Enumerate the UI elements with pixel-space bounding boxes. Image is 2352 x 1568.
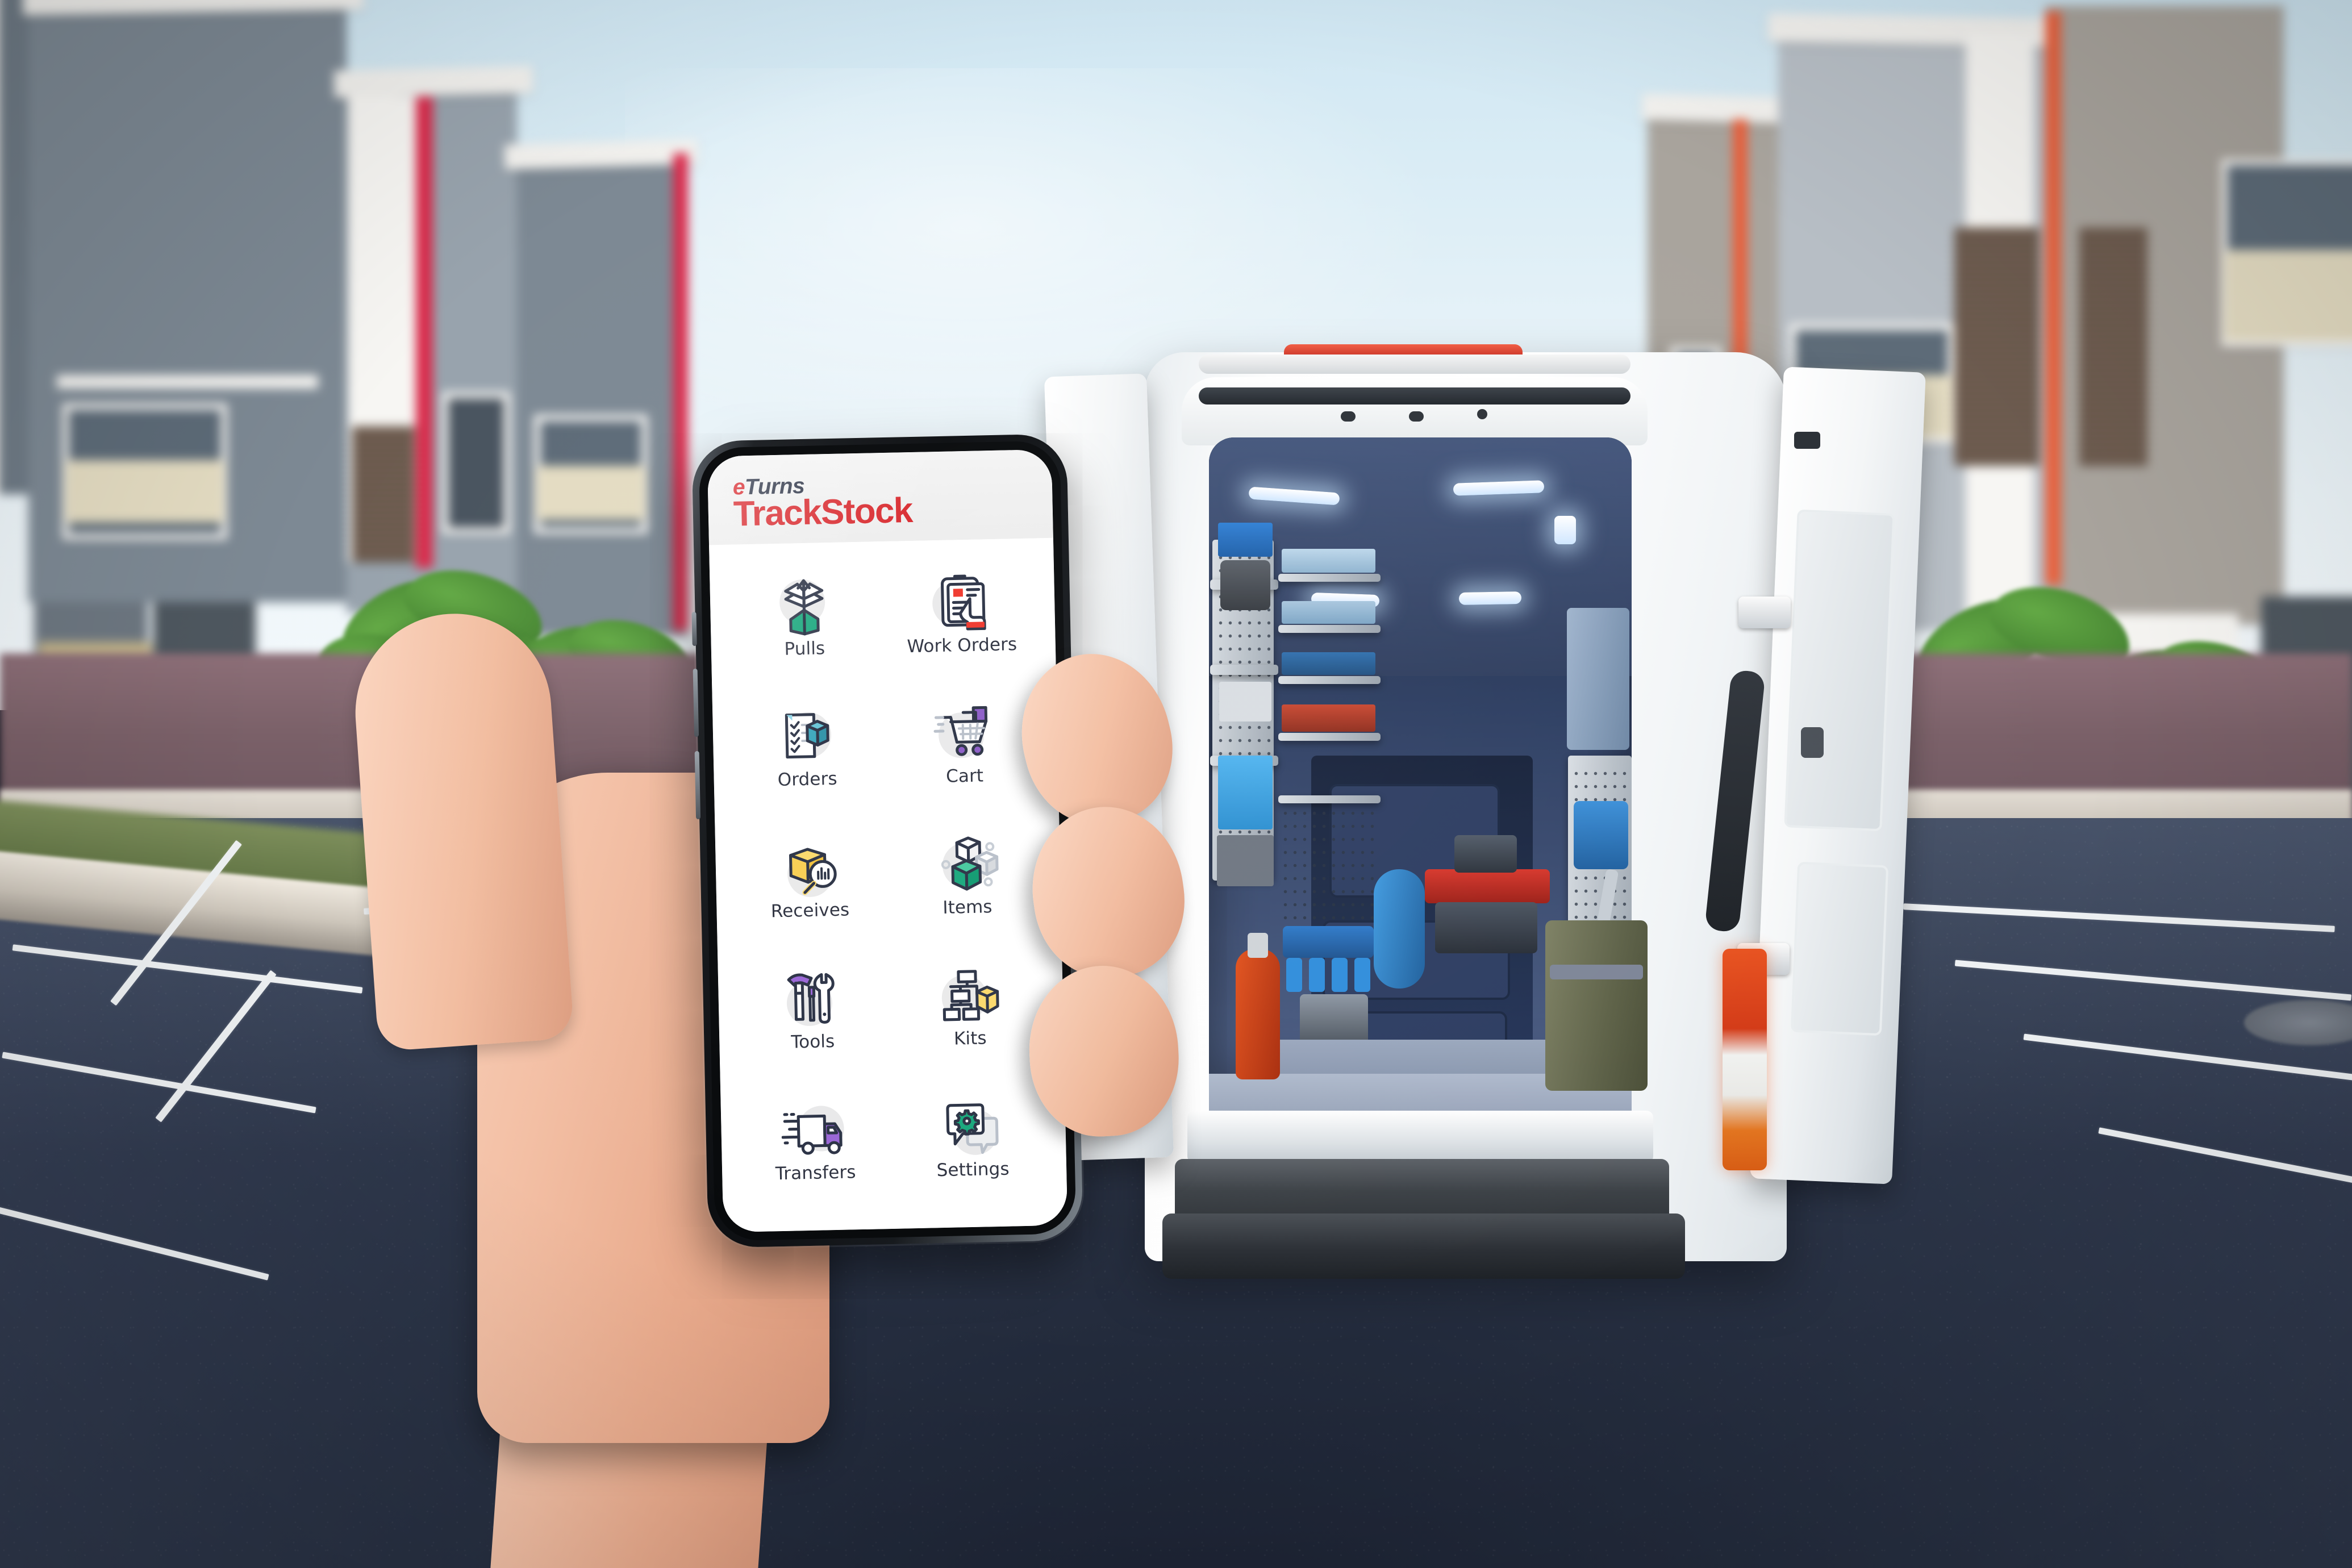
cargo-van	[1044, 344, 1926, 1295]
menu-tile-tools[interactable]: Tools	[732, 944, 893, 1078]
label-card	[1219, 682, 1271, 722]
box-magnifier-icon	[775, 839, 843, 899]
storage-tote	[1217, 835, 1274, 886]
parts-bin-row	[1282, 652, 1375, 675]
van-tail-light	[1723, 949, 1767, 1170]
menu-tile-label: Items	[943, 896, 992, 919]
van-bumper-lower	[1162, 1213, 1685, 1279]
menu-tile-items[interactable]: Items	[887, 810, 1047, 944]
air-compressor-tank	[1374, 869, 1425, 989]
menu-tile-label: Cart	[945, 765, 984, 787]
phone-screen[interactable]: eTurns TrackStock Pulls Work Orders Orde…	[707, 449, 1068, 1233]
gear-chat-bubble-icon	[938, 1097, 1006, 1157]
thumb	[348, 607, 575, 1052]
generator-engine	[1454, 835, 1517, 873]
delivery-truck-icon	[781, 1100, 849, 1161]
shelf-perforation	[1281, 807, 1377, 920]
van-roof-trim	[1199, 355, 1630, 374]
storage-tote	[1574, 801, 1628, 869]
parts-bin-row	[1282, 704, 1375, 732]
generator-body	[1435, 902, 1537, 953]
app-menu-grid: Pulls Work Orders Orders Cart Receives I…	[709, 538, 1068, 1233]
van-door-panel	[1790, 861, 1889, 1036]
extinguisher-valve	[1248, 933, 1268, 958]
jerry-can	[1545, 920, 1648, 1091]
menu-tile-label: Pulls	[784, 637, 825, 660]
photo-scene: eTurns TrackStock Pulls Work Orders Orde…	[0, 0, 2352, 1568]
menu-tile-orders[interactable]: Orders	[727, 682, 887, 816]
shelf	[1278, 795, 1381, 803]
menu-tile-work-orders[interactable]: Work Orders	[881, 548, 1041, 682]
van-header-seal	[1199, 387, 1630, 404]
van-door-panel	[1784, 509, 1895, 832]
menu-tile-label: Transfers	[775, 1161, 856, 1184]
hook-rail	[1283, 926, 1374, 958]
hierarchy-cube-icon	[935, 966, 1003, 1027]
storage-tote	[1218, 756, 1273, 829]
van-door-latch	[1794, 432, 1820, 449]
side-wall-panel	[1567, 608, 1629, 750]
parts-bin-row	[1282, 601, 1375, 624]
menu-tile-label: Work Orders	[907, 633, 1017, 657]
brand-trackstock-title: TrackStock	[733, 490, 913, 534]
shelf	[1278, 733, 1381, 741]
menu-tile-label: Tools	[791, 1031, 835, 1053]
checklist-cube-icon	[773, 707, 841, 768]
led-strip	[1554, 516, 1576, 544]
jerry-can-strap	[1550, 965, 1643, 979]
tool-case	[1220, 560, 1270, 610]
storage-tote	[1218, 523, 1273, 557]
menu-tile-settings[interactable]: Settings	[893, 1071, 1053, 1206]
app-header: eTurns TrackStock	[707, 449, 1053, 545]
shelf	[1278, 574, 1381, 582]
shopping-cart-icon	[930, 704, 998, 764]
hanging-tool	[1309, 958, 1325, 992]
van-door-hinge	[1738, 597, 1791, 628]
hammer-wrench-icon	[778, 969, 846, 1029]
shelf	[1278, 625, 1381, 633]
led-strip	[1458, 591, 1522, 605]
menu-tile-receives[interactable]: Receives	[729, 813, 890, 948]
van-header-fitting	[1341, 411, 1356, 422]
menu-tile-pulls[interactable]: Pulls	[724, 551, 884, 685]
shelf	[1278, 676, 1381, 684]
hanging-tool	[1286, 958, 1302, 992]
menu-tile-transfers[interactable]: Transfers	[735, 1075, 895, 1210]
menu-tile-kits[interactable]: Kits	[890, 941, 1050, 1075]
fire-extinguisher	[1236, 949, 1280, 1079]
tablet-tap-form-icon	[927, 573, 995, 633]
menu-tile-label: Orders	[777, 769, 838, 791]
menu-tile-label: Receives	[770, 899, 850, 922]
open-box-up-arrow-icon	[770, 576, 838, 636]
parts-bin-row	[1282, 549, 1375, 573]
menu-tile-label: Settings	[936, 1158, 1010, 1181]
smartphone[interactable]: eTurns TrackStock Pulls Work Orders Orde…	[691, 433, 1083, 1248]
van-rear-sill	[1187, 1111, 1653, 1163]
generator-frame	[1425, 869, 1550, 903]
hanging-tool	[1354, 958, 1370, 992]
three-cubes-icon	[932, 835, 1000, 895]
menu-tile-cart[interactable]: Cart	[884, 678, 1044, 813]
van-header-fitting	[1409, 411, 1424, 422]
equipment-cart	[1300, 994, 1368, 1045]
shelf	[1210, 665, 1278, 675]
menu-tile-label: Kits	[953, 1028, 987, 1049]
van-door-handle[interactable]	[1801, 727, 1824, 758]
hanging-tool	[1332, 958, 1348, 992]
mute-switch[interactable]	[691, 611, 697, 647]
van-header-fitting	[1477, 409, 1487, 419]
